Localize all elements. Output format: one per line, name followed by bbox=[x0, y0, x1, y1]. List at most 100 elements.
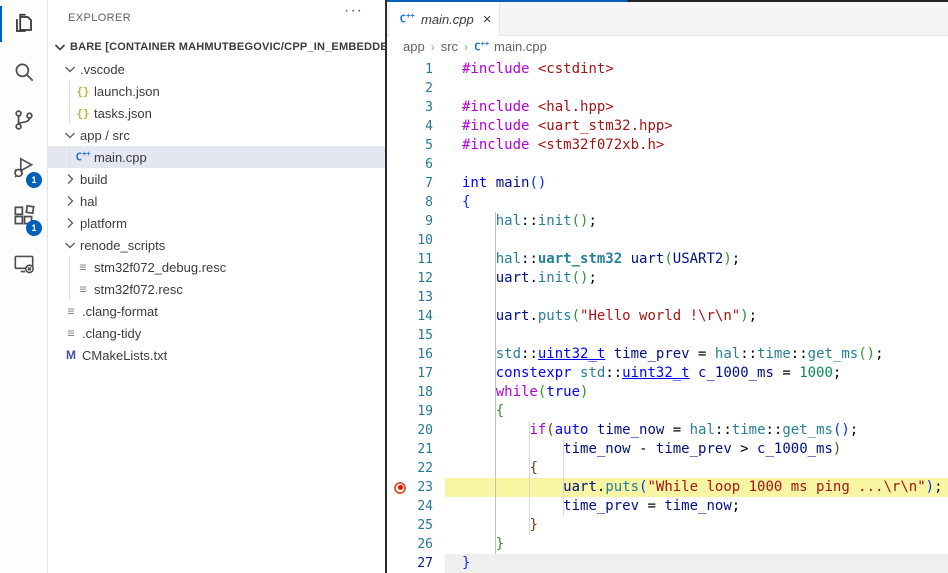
breadcrumb-app[interactable]: app bbox=[403, 39, 425, 54]
code-line-10[interactable]: 10 bbox=[387, 231, 948, 250]
chevron-right-icon bbox=[67, 218, 74, 228]
code-line-9[interactable]: 9 hal::init(); bbox=[387, 212, 948, 231]
gutter[interactable]: 24 bbox=[387, 497, 462, 516]
code-line-27[interactable]: 27} bbox=[387, 554, 948, 573]
gutter[interactable]: 21 bbox=[387, 440, 462, 459]
gutter[interactable]: 15 bbox=[387, 326, 462, 345]
tree-item-launch-json[interactable]: {} launch.json bbox=[48, 80, 385, 102]
code-line-26[interactable]: 26 } bbox=[387, 535, 948, 554]
code-line-3[interactable]: 3 #include <hal.hpp> bbox=[387, 98, 948, 117]
gutter[interactable]: 5 bbox=[387, 136, 462, 155]
gutter[interactable]: 12 bbox=[387, 269, 462, 288]
code-line-6[interactable]: 6 bbox=[387, 155, 948, 174]
code-text: time_now - time_prev > c_1000_ms) bbox=[563, 441, 842, 457]
gutter[interactable]: 26 bbox=[387, 535, 462, 554]
gutter[interactable]: 20 bbox=[387, 421, 462, 440]
breadcrumb-main-cpp[interactable]: main.cpp bbox=[494, 39, 547, 54]
tree-item-cmakelists-txt[interactable]: M CMakeLists.txt bbox=[48, 344, 385, 366]
gutter[interactable]: 1 bbox=[387, 60, 462, 79]
code-line-16[interactable]: 16 std::uint32_t time_prev = hal::time::… bbox=[387, 345, 948, 364]
activity-remote-explorer-button[interactable] bbox=[0, 240, 47, 288]
activity-explorer-button[interactable] bbox=[0, 0, 47, 48]
gutter[interactable]: 17 bbox=[387, 364, 462, 383]
code-editor[interactable]: 1 #include <cstdint> 2 3 #include <hal.hpp> 4… bbox=[387, 60, 948, 573]
tree-item-hal[interactable]: hal bbox=[48, 190, 385, 212]
close-icon[interactable]: × bbox=[483, 12, 492, 27]
code-line-13[interactable]: 13 bbox=[387, 288, 948, 307]
code-line-8[interactable]: 8{ bbox=[387, 193, 948, 212]
gutter[interactable]: 18 bbox=[387, 383, 462, 402]
code-line-22[interactable]: 22 { bbox=[387, 459, 948, 478]
activity-search-button[interactable] bbox=[0, 48, 47, 96]
tree-item-app-src[interactable]: app / src bbox=[48, 124, 385, 146]
line-number: 7 bbox=[425, 176, 433, 191]
tree-root-folder[interactable]: BARE [CONTAINER MAHMUTBEGOVIC/CPP_IN_EMB… bbox=[48, 36, 385, 58]
breadcrumb-src[interactable]: src bbox=[441, 39, 458, 54]
gutter[interactable]: 6 bbox=[387, 155, 462, 174]
gutter[interactable]: 10 bbox=[387, 231, 462, 250]
more-actions-icon[interactable]: ··· bbox=[344, 2, 363, 20]
gutter[interactable]: 23 bbox=[387, 478, 462, 497]
code-line-12[interactable]: 12 uart.init(); bbox=[387, 269, 948, 288]
code-line-7[interactable]: 7 int main() bbox=[387, 174, 948, 193]
code-line-20[interactable]: 20 if(auto time_now = hal::time::get_ms(… bbox=[387, 421, 948, 440]
code-line-1[interactable]: 1 #include <cstdint> bbox=[387, 60, 948, 79]
activity-bar: 1 1 bbox=[0, 0, 48, 573]
code-line-18[interactable]: 18 while(true) bbox=[387, 383, 948, 402]
gutter[interactable]: 4 bbox=[387, 117, 462, 136]
text-file-icon: ≡ bbox=[79, 282, 87, 296]
tree-item-tasks-json[interactable]: {} tasks.json bbox=[48, 102, 385, 124]
gutter[interactable]: 22 bbox=[387, 459, 462, 478]
gutter[interactable]: 16 bbox=[387, 345, 462, 364]
tree-item--clang-tidy[interactable]: ≡ .clang-tidy bbox=[48, 322, 385, 344]
code-text: { bbox=[495, 403, 505, 419]
gutter[interactable]: 19 bbox=[387, 402, 462, 421]
tree-item--vscode[interactable]: .vscode bbox=[48, 58, 385, 80]
tree-item-build[interactable]: build bbox=[48, 168, 385, 190]
code-line-25[interactable]: 25 } bbox=[387, 516, 948, 535]
gutter[interactable]: 11 bbox=[387, 250, 462, 269]
chevron-right-icon bbox=[67, 174, 74, 184]
gutter[interactable]: 27 bbox=[387, 554, 462, 573]
tree-item-stm32f072-debug-resc[interactable]: ≡ stm32f072_debug.resc bbox=[48, 256, 385, 278]
json-icon: {} bbox=[76, 106, 90, 120]
gutter[interactable]: 13 bbox=[387, 288, 462, 307]
line-number: 6 bbox=[425, 157, 433, 172]
tree-item-label: build bbox=[80, 171, 108, 187]
code-line-5[interactable]: 5 #include <stm32f072xb.h> bbox=[387, 136, 948, 155]
gutter[interactable]: 8 bbox=[387, 193, 462, 212]
debug-badge: 1 bbox=[26, 172, 42, 188]
gutter[interactable]: 25 bbox=[387, 516, 462, 535]
line-number: 9 bbox=[425, 214, 433, 229]
code-text: int main() bbox=[462, 175, 547, 191]
gutter[interactable]: 7 bbox=[387, 174, 462, 193]
gutter[interactable]: 14 bbox=[387, 307, 462, 326]
code-line-11[interactable]: 11 hal::uart_stm32 uart(USART2); bbox=[387, 250, 948, 269]
code-line-23[interactable]: 23 uart.puts("While loop 1000 ms ping ..… bbox=[387, 478, 948, 497]
code-line-21[interactable]: 21 time_now - time_prev > c_1000_ms) bbox=[387, 440, 948, 459]
chevron-down-icon bbox=[65, 66, 75, 73]
activity-extensions-button[interactable]: 1 bbox=[0, 192, 47, 240]
breakpoint-icon[interactable] bbox=[394, 481, 406, 494]
tree-item-platform[interactable]: platform bbox=[48, 212, 385, 234]
activity-run-debug-button[interactable]: 1 bbox=[0, 144, 47, 192]
tab-main-cpp[interactable]: C++ main.cpp × bbox=[390, 2, 500, 36]
tree-item--clang-format[interactable]: ≡ .clang-format bbox=[48, 300, 385, 322]
code-line-24[interactable]: 24 time_prev = time_now; bbox=[387, 497, 948, 516]
code-text: } bbox=[495, 536, 505, 552]
gutter[interactable]: 9 bbox=[387, 212, 462, 231]
code-text: uart.puts("Hello world !\r\n"); bbox=[495, 308, 758, 324]
code-line-4[interactable]: 4 #include <uart_stm32.hpp> bbox=[387, 117, 948, 136]
code-line-17[interactable]: 17 constexpr std::uint32_t c_1000_ms = 1… bbox=[387, 364, 948, 383]
tree-item-main-cpp[interactable]: C++ main.cpp bbox=[48, 146, 385, 168]
code-line-15[interactable]: 15 bbox=[387, 326, 948, 345]
gutter[interactable]: 3 bbox=[387, 98, 462, 117]
tree-item-stm32f072-resc[interactable]: ≡ stm32f072.resc bbox=[48, 278, 385, 300]
code-line-19[interactable]: 19 { bbox=[387, 402, 948, 421]
files-icon bbox=[15, 13, 32, 32]
code-line-2[interactable]: 2 bbox=[387, 79, 948, 98]
activity-source-control-button[interactable] bbox=[0, 96, 47, 144]
tree-item-renode-scripts[interactable]: renode_scripts bbox=[48, 234, 385, 256]
code-line-14[interactable]: 14 uart.puts("Hello world !\r\n"); bbox=[387, 307, 948, 326]
gutter[interactable]: 2 bbox=[387, 79, 462, 98]
